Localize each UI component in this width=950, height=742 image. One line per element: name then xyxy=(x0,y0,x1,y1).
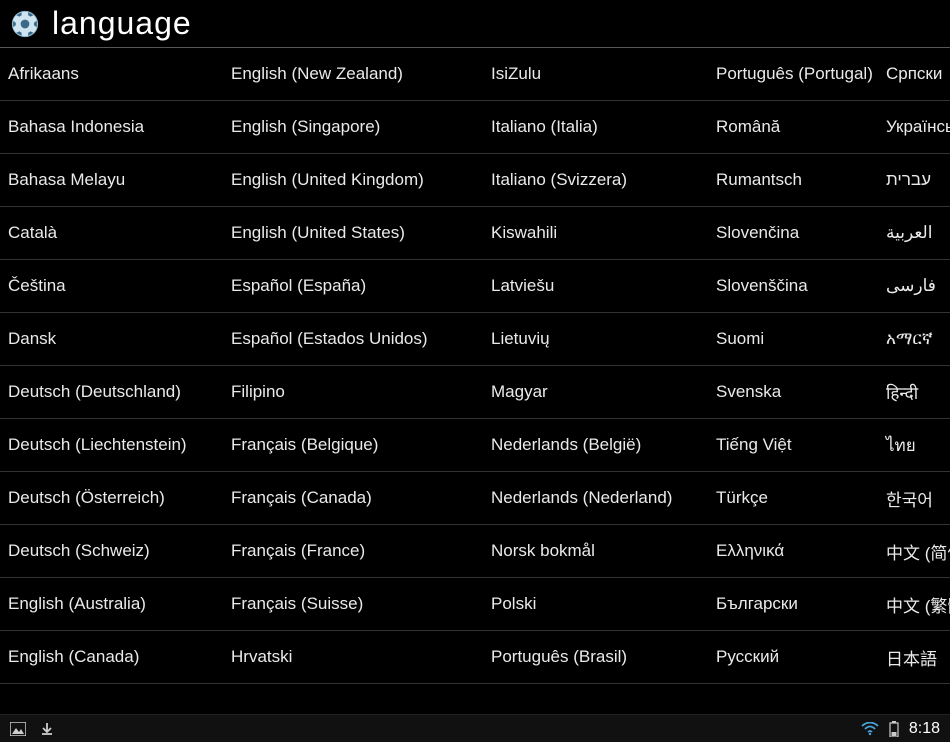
language-option[interactable]: Bahasa Indonesia xyxy=(0,101,223,154)
language-option[interactable]: Ελληνικά xyxy=(708,525,878,578)
language-option[interactable]: Lietuvių xyxy=(483,313,708,366)
language-option[interactable]: 한국어 xyxy=(878,472,950,525)
language-option[interactable]: Deutsch (Schweiz) xyxy=(0,525,223,578)
language-option[interactable]: Português (Brasil) xyxy=(483,631,708,684)
language-option[interactable]: English (Australia) xyxy=(0,578,223,631)
language-option[interactable]: English (United Kingdom) xyxy=(223,154,483,207)
language-option[interactable]: Filipino xyxy=(223,366,483,419)
language-option[interactable]: Français (Suisse) xyxy=(223,578,483,631)
language-option[interactable]: Deutsch (Österreich) xyxy=(0,472,223,525)
language-option[interactable]: Français (Canada) xyxy=(223,472,483,525)
language-option[interactable]: हिन्दी xyxy=(878,366,950,419)
language-option[interactable]: Čeština xyxy=(0,260,223,313)
language-option[interactable]: Norsk bokmål xyxy=(483,525,708,578)
language-option[interactable]: Hrvatski xyxy=(223,631,483,684)
language-option[interactable]: English (United States) xyxy=(223,207,483,260)
language-option[interactable]: Español (Estados Unidos) xyxy=(223,313,483,366)
language-option[interactable]: Bahasa Melayu xyxy=(0,154,223,207)
language-option[interactable]: Português (Portugal) xyxy=(708,48,878,101)
language-option[interactable]: ไทย xyxy=(878,419,950,472)
language-option[interactable]: Türkçe xyxy=(708,472,878,525)
language-option[interactable]: 日本語 xyxy=(878,631,950,684)
language-option[interactable]: Српски xyxy=(878,48,950,101)
language-option[interactable]: English (New Zealand) xyxy=(223,48,483,101)
language-option[interactable]: Slovenščina xyxy=(708,260,878,313)
language-option[interactable]: Nederlands (België) xyxy=(483,419,708,472)
language-option[interactable]: Rumantsch xyxy=(708,154,878,207)
language-option[interactable]: Magyar xyxy=(483,366,708,419)
language-option[interactable]: Polski xyxy=(483,578,708,631)
language-option[interactable]: Nederlands (Nederland) xyxy=(483,472,708,525)
language-option[interactable]: Suomi xyxy=(708,313,878,366)
language-option[interactable]: IsiZulu xyxy=(483,48,708,101)
language-option[interactable]: 中文 (繁體) xyxy=(878,578,950,631)
image-icon[interactable] xyxy=(10,722,26,736)
language-option[interactable]: Afrikaans xyxy=(0,48,223,101)
page-title: language xyxy=(52,5,192,42)
language-option[interactable]: العربية xyxy=(878,207,950,260)
language-option[interactable]: Deutsch (Liechtenstein) xyxy=(0,419,223,472)
language-option[interactable]: فارسی xyxy=(878,260,950,313)
language-option[interactable]: አማርኛ xyxy=(878,313,950,366)
language-option[interactable]: עברית xyxy=(878,154,950,207)
language-option[interactable]: 中文 (简体) xyxy=(878,525,950,578)
language-option[interactable]: Русский xyxy=(708,631,878,684)
language-option[interactable]: Latviešu xyxy=(483,260,708,313)
header: language xyxy=(0,0,950,48)
language-option[interactable]: Español (España) xyxy=(223,260,483,313)
language-grid: Afrikaans English (New Zealand) IsiZulu … xyxy=(0,48,950,684)
language-option[interactable]: English (Canada) xyxy=(0,631,223,684)
language-option[interactable]: English (Singapore) xyxy=(223,101,483,154)
language-option[interactable]: Français (France) xyxy=(223,525,483,578)
language-option[interactable]: Slovenčina xyxy=(708,207,878,260)
language-option[interactable]: Svenska xyxy=(708,366,878,419)
language-option[interactable]: Kiswahili xyxy=(483,207,708,260)
gear-icon xyxy=(8,7,42,41)
language-option[interactable]: Tiếng Việt xyxy=(708,419,878,472)
language-option[interactable]: Italiano (Italia) xyxy=(483,101,708,154)
language-option[interactable]: Dansk xyxy=(0,313,223,366)
wifi-icon xyxy=(861,722,879,736)
language-option[interactable]: Français (Belgique) xyxy=(223,419,483,472)
language-option[interactable]: Українська xyxy=(878,101,950,154)
download-icon[interactable] xyxy=(40,722,54,736)
status-bar: 8:18 xyxy=(0,714,950,742)
language-option[interactable]: Català xyxy=(0,207,223,260)
language-option[interactable]: Deutsch (Deutschland) xyxy=(0,366,223,419)
language-option[interactable]: Italiano (Svizzera) xyxy=(483,154,708,207)
battery-icon xyxy=(889,721,899,737)
language-option[interactable]: Română xyxy=(708,101,878,154)
language-option[interactable]: Български xyxy=(708,578,878,631)
clock-time: 8:18 xyxy=(909,720,940,738)
